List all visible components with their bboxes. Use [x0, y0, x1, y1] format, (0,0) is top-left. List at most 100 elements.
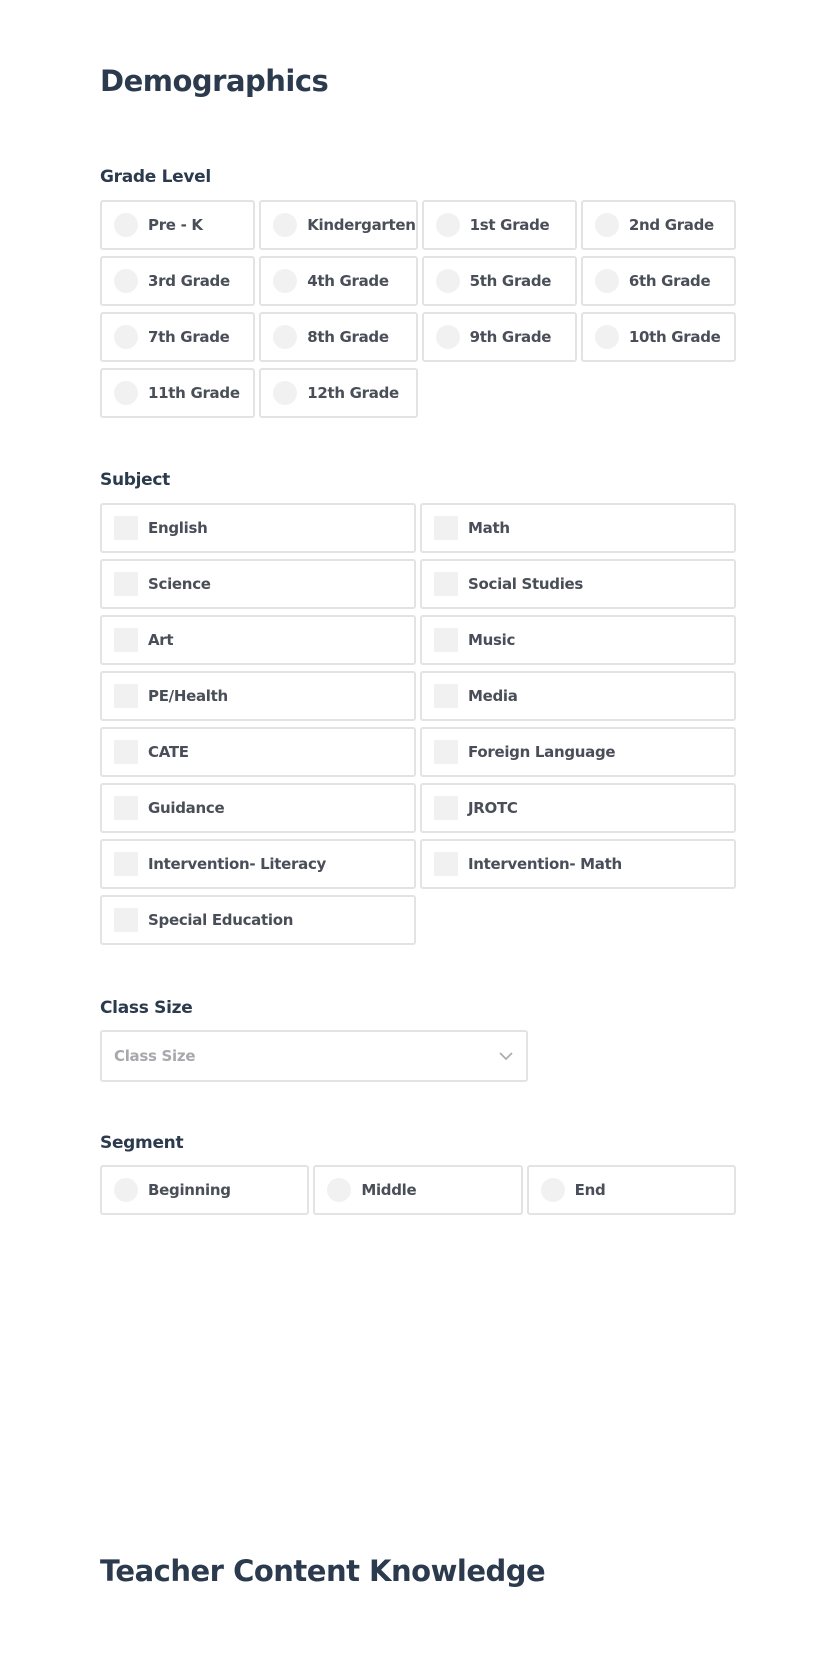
- grade-level-option-label: 2nd Grade: [628, 216, 714, 234]
- radio-button[interactable]: [273, 325, 298, 349]
- radio-button[interactable]: [594, 269, 619, 293]
- radio-button[interactable]: [273, 381, 298, 405]
- grade-level-option[interactable]: 2nd Grade: [580, 200, 736, 250]
- subject-option[interactable]: CATE: [100, 727, 416, 777]
- grade-level-option-label: 12th Grade: [307, 384, 399, 402]
- checkbox[interactable]: [114, 628, 138, 652]
- radio-button[interactable]: [273, 269, 298, 293]
- subject-option-label: Special Education: [148, 911, 294, 929]
- checkbox[interactable]: [434, 628, 458, 652]
- class-size-select[interactable]: Class Size: [100, 1030, 528, 1082]
- subject-option[interactable]: Foreign Language: [420, 727, 736, 777]
- subject-option-label: Science: [148, 575, 211, 593]
- chevron-down-icon: [499, 1052, 513, 1061]
- radio-button[interactable]: [435, 213, 460, 237]
- grade-level-label: Grade Level: [100, 167, 211, 187]
- checkbox[interactable]: [434, 796, 458, 820]
- subject-option[interactable]: Art: [100, 615, 416, 665]
- subject-option-label: Intervention- Math: [468, 855, 622, 873]
- grade-level-option-label: 9th Grade: [469, 328, 552, 346]
- radio-button[interactable]: [594, 213, 619, 237]
- grade-level-option-label: Pre - K: [148, 216, 203, 234]
- grade-level-option-label: 5th Grade: [469, 272, 552, 290]
- checkbox[interactable]: [434, 572, 458, 596]
- subject-option[interactable]: English: [100, 503, 416, 553]
- radio-button[interactable]: [114, 325, 138, 349]
- class-size-label: Class Size: [100, 998, 193, 1018]
- radio-button[interactable]: [435, 269, 460, 293]
- checkbox[interactable]: [114, 852, 138, 876]
- radio-button[interactable]: [594, 325, 619, 349]
- grade-level-option[interactable]: 6th Grade: [580, 256, 736, 306]
- subject-option[interactable]: Media: [420, 671, 736, 721]
- grade-level-option[interactable]: 7th Grade: [100, 312, 256, 362]
- grade-level-option[interactable]: 4th Grade: [259, 256, 418, 306]
- subject-option-label: Math: [468, 519, 510, 537]
- grade-level-option-label: 11th Grade: [148, 384, 240, 402]
- teacher-content-knowledge-title: Teacher Content Knowledge: [100, 1554, 546, 1588]
- grade-level-option[interactable]: 9th Grade: [421, 312, 577, 362]
- radio-button[interactable]: [114, 269, 138, 293]
- grade-level-option-label: 7th Grade: [148, 328, 230, 346]
- grade-level-option[interactable]: 1st Grade: [421, 200, 577, 250]
- grade-level-option-label: 3rd Grade: [148, 272, 230, 290]
- grade-level-option[interactable]: 5th Grade: [421, 256, 577, 306]
- grade-level-option-label: 6th Grade: [628, 272, 711, 290]
- subject-option[interactable]: Science: [100, 559, 416, 609]
- subject-option[interactable]: Social Studies: [420, 559, 736, 609]
- subject-option-label: Foreign Language: [468, 743, 616, 761]
- radio-button[interactable]: [114, 1178, 138, 1202]
- grade-level-option[interactable]: 12th Grade: [259, 368, 418, 418]
- checkbox[interactable]: [434, 516, 458, 540]
- subject-option-label: Music: [468, 631, 516, 649]
- grade-level-option[interactable]: 3rd Grade: [100, 256, 256, 306]
- segment-option[interactable]: Middle: [313, 1165, 523, 1215]
- subject-option-label: English: [148, 519, 208, 537]
- page-title: Demographics: [100, 64, 329, 98]
- subject-option[interactable]: Intervention- Math: [420, 839, 736, 889]
- radio-button[interactable]: [114, 381, 138, 405]
- subject-option[interactable]: Guidance: [100, 783, 416, 833]
- grade-level-option[interactable]: 11th Grade: [100, 368, 256, 418]
- segment-option[interactable]: End: [526, 1165, 736, 1215]
- grade-level-option-label: 4th Grade: [307, 272, 389, 290]
- checkbox[interactable]: [114, 684, 138, 708]
- subject-option[interactable]: Math: [420, 503, 736, 553]
- checkbox[interactable]: [114, 516, 138, 540]
- checkbox[interactable]: [434, 740, 458, 764]
- grade-level-option[interactable]: Kindergarten: [259, 200, 418, 250]
- subject-option[interactable]: Special Education: [100, 895, 416, 945]
- radio-button[interactable]: [435, 325, 460, 349]
- subject-option-label: PE/Health: [148, 687, 228, 705]
- segment-radio-group: Beginning Middle End: [100, 1165, 736, 1215]
- grade-level-option[interactable]: Pre - K: [100, 200, 256, 250]
- subject-option-label: Art: [148, 631, 174, 649]
- subject-option[interactable]: Music: [420, 615, 736, 665]
- checkbox[interactable]: [114, 908, 138, 932]
- checkbox[interactable]: [434, 852, 458, 876]
- radio-button[interactable]: [327, 1178, 352, 1202]
- grade-level-radio-group: Pre - K Kindergarten 1st Grade 2nd Grade 3rd…: [100, 200, 736, 418]
- subject-option-label: Intervention- Literacy: [148, 855, 327, 873]
- segment-option[interactable]: Beginning: [100, 1165, 310, 1215]
- grade-level-option[interactable]: 10th Grade: [580, 312, 736, 362]
- subject-checkbox-group: English Math Science Social Studies Art Music…: [100, 503, 736, 945]
- subject-option-label: CATE: [148, 743, 189, 761]
- checkbox[interactable]: [114, 740, 138, 764]
- checkbox[interactable]: [434, 684, 458, 708]
- checkbox[interactable]: [114, 572, 138, 596]
- subject-option[interactable]: JROTC: [420, 783, 736, 833]
- grade-level-option-label: 1st Grade: [469, 216, 550, 234]
- class-size-placeholder: Class Size: [114, 1047, 196, 1065]
- subject-option[interactable]: PE/Health: [100, 671, 416, 721]
- subject-option[interactable]: Intervention- Literacy: [100, 839, 416, 889]
- segment-option-label: Middle: [361, 1181, 417, 1199]
- radio-button[interactable]: [273, 213, 298, 237]
- radio-button[interactable]: [540, 1178, 565, 1202]
- grade-level-option-label: 10th Grade: [628, 328, 721, 346]
- grade-level-option[interactable]: 8th Grade: [259, 312, 418, 362]
- subject-option-label: Guidance: [148, 799, 225, 817]
- segment-label: Segment: [100, 1133, 184, 1153]
- radio-button[interactable]: [114, 213, 138, 237]
- checkbox[interactable]: [114, 796, 138, 820]
